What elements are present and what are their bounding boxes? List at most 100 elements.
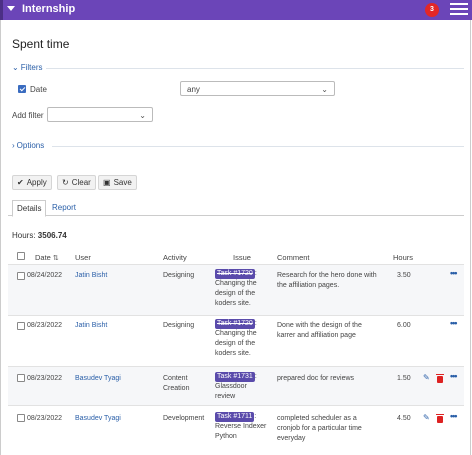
issue-subject-line: koders site. — [215, 350, 251, 357]
options-divider — [52, 146, 464, 147]
column-header-date[interactable]: Date ⇅ — [35, 253, 59, 262]
issue-subject-line: Changing the — [215, 280, 257, 287]
total-hours-value: 3506.74 — [37, 231, 67, 240]
save-label: Save — [113, 178, 132, 187]
comment-line: everyday — [277, 435, 306, 442]
row-checkbox[interactable] — [17, 322, 25, 330]
chevron-down-icon: ⌄ — [321, 85, 328, 94]
date-operator-select[interactable]: any ⌄ — [180, 81, 335, 96]
row-checkbox[interactable] — [17, 374, 25, 382]
comment-line: prepared doc for reviews — [277, 375, 355, 382]
column-header-issue[interactable]: Issue — [233, 253, 251, 262]
row-actions-menu-icon[interactable]: ••• — [450, 371, 458, 381]
add-filter-select[interactable]: ⌄ — [47, 107, 153, 122]
row-hours: 1.50 — [397, 375, 411, 382]
row-comment: Done with the design of the karrer and a… — [277, 321, 362, 341]
frame-border-right — [470, 20, 471, 455]
row-user-link[interactable]: Jatin Bisht — [75, 321, 107, 331]
hamburger-menu-icon[interactable] — [450, 3, 468, 17]
filters-toggle[interactable]: ⌄ Filters — [12, 63, 42, 72]
filters-divider — [46, 68, 464, 69]
row-comment: completed scheduler as a cronjob for a p… — [277, 414, 362, 444]
apply-button[interactable]: ✔ Apply — [12, 175, 52, 190]
clear-button[interactable]: ↻ Clear — [57, 175, 96, 190]
chevron-right-icon: › — [12, 141, 15, 150]
issue-subject-line: Changing the — [215, 330, 257, 337]
row-hours: 6.00 — [397, 322, 411, 329]
row-user-link[interactable]: Basudev Tyagi — [75, 374, 121, 384]
comment-line: Done with the design of the — [277, 322, 362, 329]
delete-icon[interactable] — [436, 414, 444, 423]
row-date: 08/24/2022 — [27, 272, 63, 279]
date-filter-checkbox[interactable] — [18, 85, 26, 93]
row-issue: Task #1711: Reverse Indexer Python — [215, 412, 266, 442]
options-toggle[interactable]: › Options — [12, 141, 44, 150]
select-all-checkbox[interactable] — [17, 252, 25, 260]
issue-colon: : — [254, 320, 257, 327]
row-hours: 3.50 — [397, 272, 411, 279]
sort-icon: ⇅ — [52, 255, 59, 262]
column-header-hours[interactable]: Hours — [393, 253, 413, 262]
issue-subject-line: koders site. — [215, 300, 251, 307]
issue-colon: : — [254, 413, 257, 420]
issue-subject-line: review — [215, 393, 236, 400]
page-title: Spent time — [12, 37, 70, 51]
task-link[interactable]: Task #1731 — [215, 372, 255, 382]
filters-legend: Filters — [20, 63, 43, 72]
row-date: 08/23/2022 — [27, 375, 63, 382]
tab-details[interactable]: Details — [12, 200, 47, 217]
row-actions-menu-icon[interactable]: ••• — [450, 411, 458, 421]
issue-subject-line: design of the — [215, 290, 256, 297]
frame-border-left — [0, 20, 1, 455]
task-link[interactable]: Task #1711 — [215, 412, 255, 422]
apply-label: Apply — [26, 178, 47, 187]
row-checkbox[interactable] — [17, 414, 25, 422]
row-actions-menu-icon[interactable]: ••• — [450, 268, 458, 278]
edit-icon[interactable]: ✎ — [423, 413, 430, 422]
row-user-link[interactable]: Jatin Bisht — [75, 271, 107, 281]
row-date: 08/23/2022 — [27, 415, 63, 422]
issue-subject-line: Python — [215, 433, 237, 440]
row-activity: Designing — [163, 272, 195, 279]
check-icon: ✔ — [17, 178, 24, 187]
add-filter-label: Add filter — [12, 111, 44, 120]
task-link[interactable]: Task #1720 — [215, 319, 255, 329]
clear-label: Clear — [71, 178, 91, 187]
edit-icon[interactable]: ✎ — [423, 373, 430, 382]
top-bar: Internship 3 — [0, 0, 472, 20]
notification-badge[interactable]: 3 — [425, 3, 439, 17]
issue-colon: : — [254, 373, 257, 380]
comment-line: the affiliation pages. — [277, 282, 340, 289]
activity-line: Creation — [163, 385, 190, 392]
issue-subject-line: Reverse Indexer — [215, 423, 267, 430]
activity-line: Content — [163, 375, 188, 382]
task-link[interactable]: Task #1720 — [215, 269, 255, 279]
delete-icon[interactable] — [436, 374, 444, 383]
column-header-comment[interactable]: Comment — [277, 253, 310, 262]
project-menu-icon[interactable] — [7, 6, 15, 11]
row-checkbox[interactable] — [17, 272, 25, 280]
save-icon: ▣ — [103, 178, 111, 187]
comment-line: Research for the hero done with — [277, 272, 377, 279]
column-header-user[interactable]: User — [75, 253, 91, 262]
options-legend: Options — [16, 141, 45, 150]
reload-icon: ↻ — [62, 178, 69, 187]
row-user-link[interactable]: Basudev Tyagi — [75, 414, 121, 424]
date-filter-label: Date — [30, 85, 47, 94]
tab-report[interactable]: Report — [48, 200, 80, 215]
row-activity: Designing — [163, 322, 195, 329]
row-activity: Development — [163, 415, 205, 422]
row-hours: 4.50 — [397, 415, 411, 422]
save-button[interactable]: ▣ Save — [98, 175, 137, 190]
issue-colon: : — [254, 270, 257, 277]
row-actions-menu-icon[interactable]: ••• — [450, 318, 458, 328]
chevron-down-icon: ⌄ — [139, 111, 146, 120]
project-title[interactable]: Internship — [22, 3, 75, 15]
issue-subject-line: Glassdoor — [215, 383, 247, 390]
row-issue: Task #1720: Changing the design of the k… — [215, 269, 257, 309]
total-hours: Hours: 3506.74 — [12, 231, 67, 240]
comment-line: karrer and affiliation page — [277, 332, 356, 339]
column-header-date-label: Date — [35, 253, 51, 262]
row-date: 08/23/2022 — [27, 322, 63, 329]
column-header-activity[interactable]: Activity — [163, 253, 187, 262]
